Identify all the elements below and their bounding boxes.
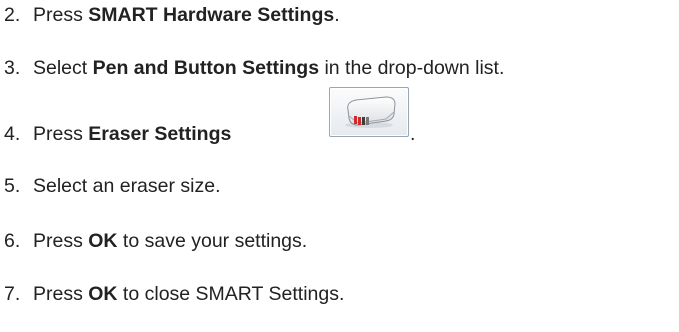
step-3: 3. Select Pen and Button Settings in the … [4, 56, 504, 80]
eraser-settings-button[interactable] [329, 87, 409, 137]
step-text: Press [33, 4, 89, 26]
step-bold-text: Eraser Settings [88, 123, 232, 145]
step-text-end: to save your settings. [117, 230, 308, 252]
step-text: Select an eraser size. [33, 175, 221, 197]
step-bold-text: Pen and Button Settings [92, 57, 320, 79]
step-4-end: . [410, 122, 415, 146]
step-text: Press [33, 283, 89, 305]
step-bold-text: OK [88, 230, 118, 252]
step-6: 6. Press OK to save your settings. [4, 229, 307, 253]
step-text-end: . [410, 123, 416, 145]
step-text: Press [33, 230, 89, 252]
step-number: 6. [4, 230, 21, 252]
step-bold-text: OK [88, 283, 118, 305]
step-2: 2. Press SMART Hardware Settings. [4, 3, 340, 27]
step-text-end: . [334, 4, 340, 26]
step-number: 3. [4, 57, 21, 79]
step-number: 5. [4, 175, 21, 197]
step-number: 2. [4, 4, 21, 26]
step-bold-text: SMART Hardware Settings [88, 4, 335, 26]
step-7: 7. Press OK to close SMART Settings. [4, 282, 344, 306]
step-text-end: to close SMART Settings. [117, 283, 345, 305]
step-5: 5. Select an eraser size. [4, 174, 221, 198]
step-text-end: in the drop-down list. [319, 57, 505, 79]
step-number: 7. [4, 283, 21, 305]
step-text: Select [33, 57, 93, 79]
step-number: 4. [4, 123, 21, 145]
step-text: Press [33, 123, 89, 145]
eraser-icon [345, 96, 396, 128]
step-4: 4. Press Eraser Settings [4, 122, 231, 146]
